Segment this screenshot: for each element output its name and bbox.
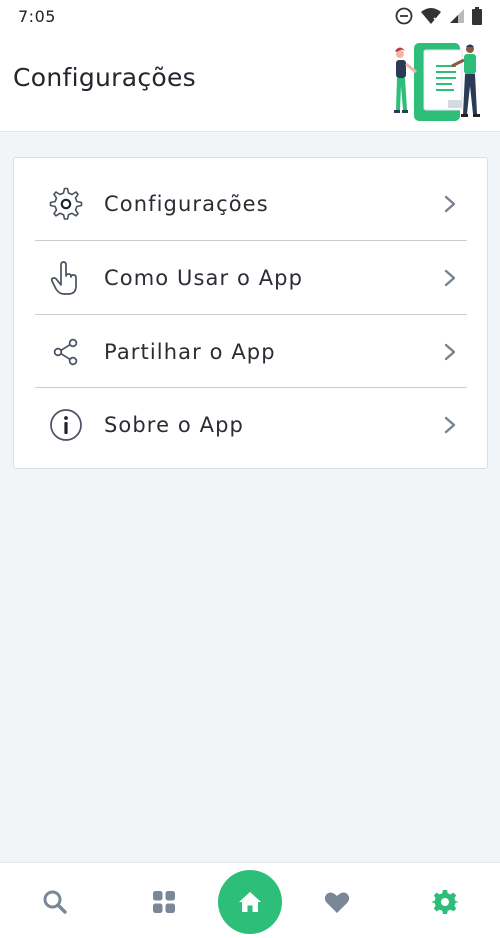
info-icon [48,407,84,443]
search-icon [43,890,67,914]
heart-icon [324,891,350,913]
wifi-icon [420,7,442,25]
chevron-right-icon [444,269,456,287]
menu-item-partilhar[interactable]: Partilhar o App [14,315,487,389]
header: Configurações [0,32,500,132]
share-icon [48,334,84,370]
cell-signal-icon [449,8,465,24]
nav-categories[interactable] [149,887,179,917]
chevron-right-icon [444,195,456,213]
bottom-navigation [0,862,500,938]
people-document-illustration [394,43,480,121]
page-title: Configurações [13,63,197,92]
gear-icon [432,890,458,914]
menu-item-label: Sobre o App [104,413,244,437]
menu-item-label: Como Usar o App [104,266,304,290]
hand-pointer-icon [48,260,84,296]
gear-icon [48,186,84,222]
chevron-right-icon [444,343,456,361]
do-not-disturb-icon [395,7,413,25]
chevron-right-icon [444,416,456,434]
status-icons [395,7,482,25]
nav-settings[interactable] [430,887,460,917]
nav-favorites[interactable] [322,887,352,917]
nav-home[interactable] [218,870,282,934]
battery-icon [472,7,482,25]
status-bar: 7:05 [0,0,500,32]
status-time: 7:05 [18,6,56,26]
menu-item-label: Configurações [104,192,269,216]
grid-icon [153,891,175,913]
menu-item-como-usar[interactable]: Como Usar o App [14,241,487,315]
menu-item-label: Partilhar o App [104,340,276,364]
menu-item-sobre[interactable]: Sobre o App [14,388,487,462]
menu-item-configuracoes[interactable]: Configurações [14,167,487,241]
home-icon [239,892,261,912]
nav-search[interactable] [40,887,70,917]
settings-menu-card: Configurações Como Usar o App Partilhar … [13,157,488,469]
